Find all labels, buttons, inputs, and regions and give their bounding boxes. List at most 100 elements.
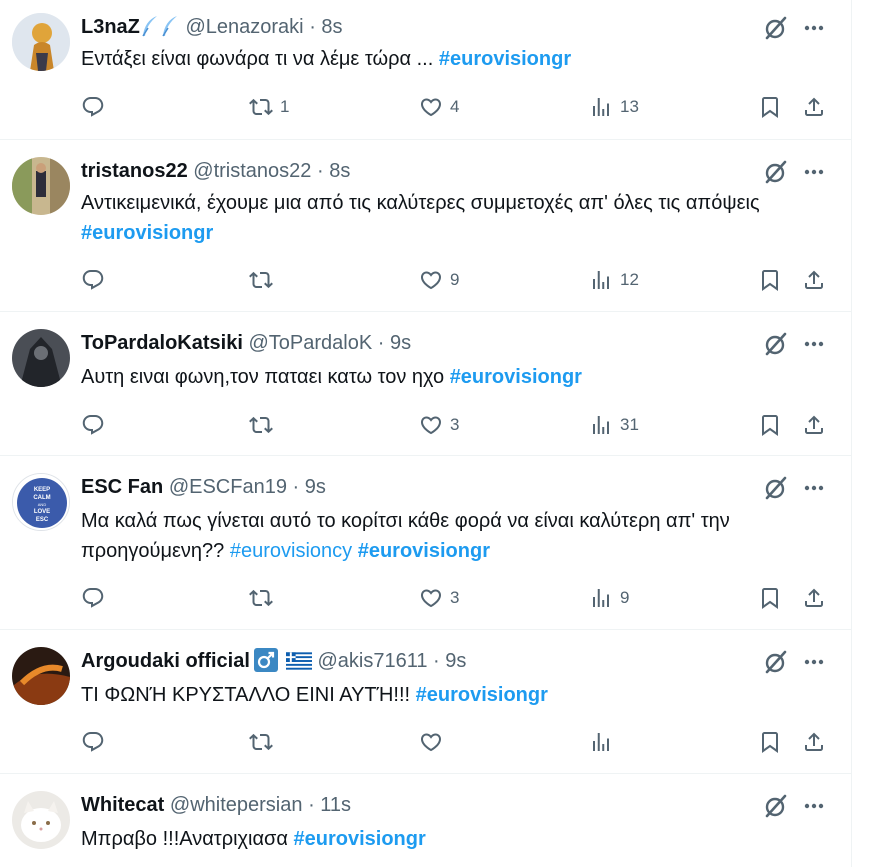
bookmark-button[interactable] bbox=[758, 411, 782, 439]
display-name[interactable]: tristanos22 bbox=[81, 160, 188, 182]
avatar[interactable] bbox=[12, 647, 70, 705]
display-name[interactable]: ToPardaloKatsiki bbox=[81, 332, 243, 354]
share-button[interactable] bbox=[802, 728, 826, 756]
timestamp[interactable]: 9s bbox=[390, 332, 411, 354]
handle[interactable]: @tristanos22 bbox=[193, 160, 311, 182]
views-button[interactable]: 31 bbox=[589, 411, 639, 439]
hashtag-link[interactable]: #eurovisiongr bbox=[439, 48, 571, 70]
tweet-card[interactable]: L3naZ @Lenazoraki · 8s Εντάξει είναι φων… bbox=[0, 0, 851, 140]
timestamp[interactable]: 8s bbox=[321, 16, 342, 38]
views-button[interactable]: 12 bbox=[589, 266, 639, 294]
reply-button[interactable] bbox=[81, 93, 112, 121]
share-button[interactable] bbox=[802, 266, 826, 294]
hashtag-link[interactable]: #eurovisiongr bbox=[416, 684, 548, 706]
display-name[interactable]: Whitecat bbox=[81, 794, 164, 816]
avatar[interactable] bbox=[12, 329, 70, 387]
more-icon[interactable] bbox=[800, 649, 828, 675]
repost-button[interactable]: 1 bbox=[249, 93, 289, 121]
bookmark-button[interactable] bbox=[758, 93, 782, 121]
tweet-card[interactable]: Whitecat @whitepersian · 11s Μπραβο !!!Α… bbox=[0, 774, 851, 867]
grok-icon[interactable] bbox=[763, 331, 789, 357]
male-sign-emoji-icon bbox=[253, 647, 278, 672]
reply-button[interactable] bbox=[81, 584, 112, 612]
handle[interactable]: @whitepersian bbox=[170, 794, 303, 816]
action-bar: 1 4 13 bbox=[81, 93, 841, 121]
like-button[interactable]: 4 bbox=[419, 93, 459, 121]
more-icon[interactable] bbox=[800, 15, 828, 41]
tweet-body: Μα καλά πως γίνεται αυτό το κορίτσι κάθε… bbox=[81, 510, 730, 532]
tweet-card[interactable]: tristanos22 @tristanos22 · 8s Αντικειμεν… bbox=[0, 140, 851, 312]
repost-button[interactable] bbox=[249, 411, 280, 439]
avatar[interactable] bbox=[12, 157, 70, 215]
views-button[interactable]: 9 bbox=[589, 584, 629, 612]
tweet-header: ESC Fan @ESCFan19 · 9s bbox=[81, 474, 326, 500]
hashtag-link[interactable]: #eurovisiongr bbox=[294, 828, 426, 850]
bookmark-icon bbox=[758, 730, 782, 754]
reply-icon bbox=[81, 413, 105, 437]
display-name[interactable]: ESC Fan bbox=[81, 476, 163, 498]
hashtag-link[interactable]: #eurovisiongr bbox=[81, 222, 213, 244]
hashtag-link[interactable]: #eurovisiongr bbox=[450, 366, 582, 388]
tweet-body: Αντικειμενικά, έχουμε μια από τις καλύτε… bbox=[81, 192, 760, 214]
grok-icon[interactable] bbox=[763, 15, 789, 41]
hashtag-link[interactable]: #eurovisioncy bbox=[230, 540, 352, 562]
handle[interactable]: @akis71611 bbox=[317, 650, 427, 672]
avatar[interactable] bbox=[12, 791, 70, 849]
reply-button[interactable] bbox=[81, 266, 112, 294]
reply-button[interactable] bbox=[81, 728, 112, 756]
views-button[interactable]: 13 bbox=[589, 93, 639, 121]
more-icon[interactable] bbox=[800, 331, 828, 357]
like-button[interactable] bbox=[419, 728, 450, 756]
keep-calm-logo: KEEP CALMAND LOVE ESC bbox=[13, 474, 69, 530]
action-bar: 3 9 bbox=[81, 584, 841, 612]
timestamp[interactable]: 11s bbox=[320, 794, 351, 816]
tweet-text: Μα καλά πως γίνεται αυτό το κορίτσι κάθε… bbox=[81, 506, 841, 566]
view-count: 9 bbox=[620, 588, 630, 607]
action-bar: 3 31 bbox=[81, 411, 841, 439]
tweet-card[interactable]: ToPardaloKatsiki @ToPardaloK · 9s Αυτη ε… bbox=[0, 312, 851, 456]
bookmark-button[interactable] bbox=[758, 584, 782, 612]
heart-icon bbox=[419, 413, 443, 437]
reply-icon bbox=[81, 268, 105, 292]
more-icon[interactable] bbox=[800, 159, 828, 185]
more-icon[interactable] bbox=[800, 793, 828, 819]
grok-icon[interactable] bbox=[763, 793, 789, 819]
timestamp[interactable]: 8s bbox=[329, 160, 350, 182]
like-button[interactable]: 3 bbox=[419, 411, 459, 439]
timestamp[interactable]: 9s bbox=[445, 650, 466, 672]
like-button[interactable]: 9 bbox=[419, 266, 459, 294]
avatar[interactable] bbox=[12, 13, 70, 71]
handle[interactable]: @ESCFan19 bbox=[169, 476, 287, 498]
more-icon[interactable] bbox=[800, 475, 828, 501]
display-name[interactable]: L3naZ bbox=[81, 16, 140, 38]
bookmark-button[interactable] bbox=[758, 266, 782, 294]
grok-icon[interactable] bbox=[763, 649, 789, 675]
tweet-header: tristanos22 @tristanos22 · 8s bbox=[81, 158, 350, 184]
repost-button[interactable] bbox=[249, 584, 280, 612]
timestamp[interactable]: 9s bbox=[305, 476, 326, 498]
tweet-body: ΤΙ ΦΩΝΉ ΚΡΥΣΤΑΛΛΟ ΕΙΝΙ ΑΥΤΉ!!! bbox=[81, 684, 411, 706]
tweet-card[interactable]: KEEP CALM AND LOVE ESC ESC Fan @ESCFan19 · 9… bbox=[0, 456, 851, 630]
tweet-card[interactable]: Argoudaki official @akis71611 · 9s ΤΙ ΦΩ… bbox=[0, 630, 851, 774]
reply-button[interactable] bbox=[81, 411, 112, 439]
grok-icon[interactable] bbox=[763, 159, 789, 185]
separator-dot: · bbox=[316, 160, 324, 182]
views-button[interactable] bbox=[589, 728, 620, 756]
bookmark-button[interactable] bbox=[758, 728, 782, 756]
views-icon bbox=[589, 95, 613, 119]
like-button[interactable]: 3 bbox=[419, 584, 459, 612]
views-icon bbox=[589, 730, 613, 754]
hashtag-link[interactable]: #eurovisiongr bbox=[358, 540, 490, 562]
avatar[interactable]: KEEP CALM AND LOVE ESC bbox=[12, 473, 70, 531]
handle[interactable]: @ToPardaloK bbox=[248, 332, 372, 354]
display-name[interactable]: Argoudaki official bbox=[81, 650, 250, 672]
handle[interactable]: @Lenazoraki bbox=[185, 16, 303, 38]
share-button[interactable] bbox=[802, 93, 826, 121]
reply-icon bbox=[81, 586, 105, 610]
share-icon bbox=[802, 586, 826, 610]
share-button[interactable] bbox=[802, 584, 826, 612]
grok-icon[interactable] bbox=[763, 475, 789, 501]
repost-button[interactable] bbox=[249, 266, 280, 294]
repost-button[interactable] bbox=[249, 728, 280, 756]
share-button[interactable] bbox=[802, 411, 826, 439]
